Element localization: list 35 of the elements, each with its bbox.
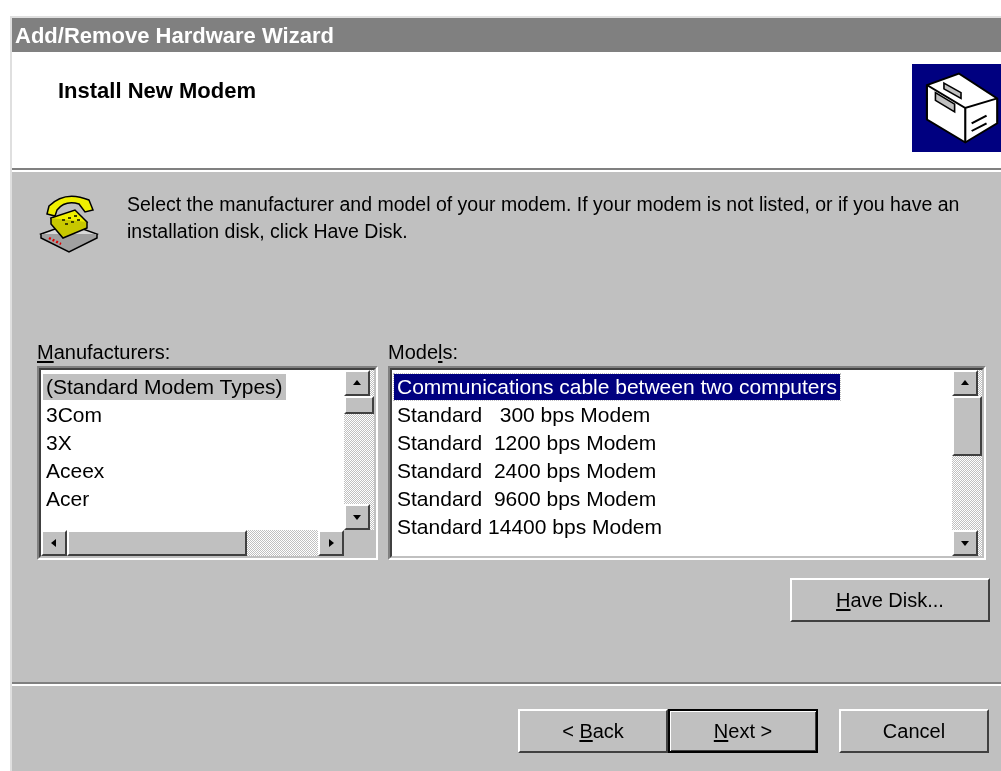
model-item[interactable]: Standard 2400 bps Modem: [394, 458, 660, 484]
list-label: Models:: [388, 340, 459, 364]
scroll-arrow-button[interactable]: [344, 504, 370, 530]
scrollbar-corner: [344, 530, 374, 556]
scroll-arrow-button[interactable]: [952, 370, 978, 396]
instructions-text: Select the manufacturer and model of your modem. If your modem is not listed, or if you have an installation disk, click Have Disk.: [127, 192, 961, 244]
manufacturer-item[interactable]: Acer: [43, 486, 93, 512]
manufacturers-list[interactable]: (Standard Modem Types) 3Com 3X Aceex Acer: [37, 366, 378, 560]
manufacturer-item[interactable]: 3X: [43, 430, 75, 456]
scroll-thumb[interactable]: [344, 396, 374, 414]
list-label: Manufacturers:: [37, 340, 171, 364]
scroll-arrow-button[interactable]: [318, 530, 344, 556]
scroll-arrow-button[interactable]: [952, 530, 978, 556]
vertical-scrollbar[interactable]: [344, 370, 374, 530]
manufacturer-item[interactable]: (Standard Modem Types): [43, 374, 286, 400]
models-list[interactable]: Communications cable between two computers Standard 300 bps Modem Standard 1200 bps Modem Standard 2400 bps Modem Standard 9600 bps Modem Standard 14400 bps Modem: [388, 366, 986, 560]
wizard-button[interactable]: Cancel: [839, 709, 989, 753]
page-title: Install New Modem: [58, 77, 257, 105]
scroll-arrow-button[interactable]: [344, 370, 370, 396]
wizard-button[interactable]: Have Disk...: [790, 578, 990, 622]
model-item[interactable]: Standard 1200 bps Modem: [394, 430, 660, 456]
manufacturer-item[interactable]: 3Com: [43, 402, 106, 428]
model-item[interactable]: Standard 14400 bps Modem: [394, 514, 665, 540]
model-item[interactable]: Standard 300 bps Modem: [394, 402, 654, 428]
scroll-arrow-button[interactable]: [41, 530, 67, 556]
manufacturer-item[interactable]: Aceex: [43, 458, 108, 484]
model-item[interactable]: Communications cable between two computers: [394, 374, 841, 400]
scroll-thumb[interactable]: [67, 530, 247, 556]
horizontal-scrollbar[interactable]: [41, 530, 344, 556]
wizard-button[interactable]: Next >: [668, 709, 818, 753]
model-item[interactable]: Standard 9600 bps Modem: [394, 486, 660, 512]
vertical-scrollbar[interactable]: [952, 370, 982, 556]
wizard-button[interactable]: < Back: [518, 709, 668, 753]
window-title: Add/Remove Hardware Wizard: [15, 21, 334, 50]
scroll-thumb[interactable]: [952, 396, 982, 456]
